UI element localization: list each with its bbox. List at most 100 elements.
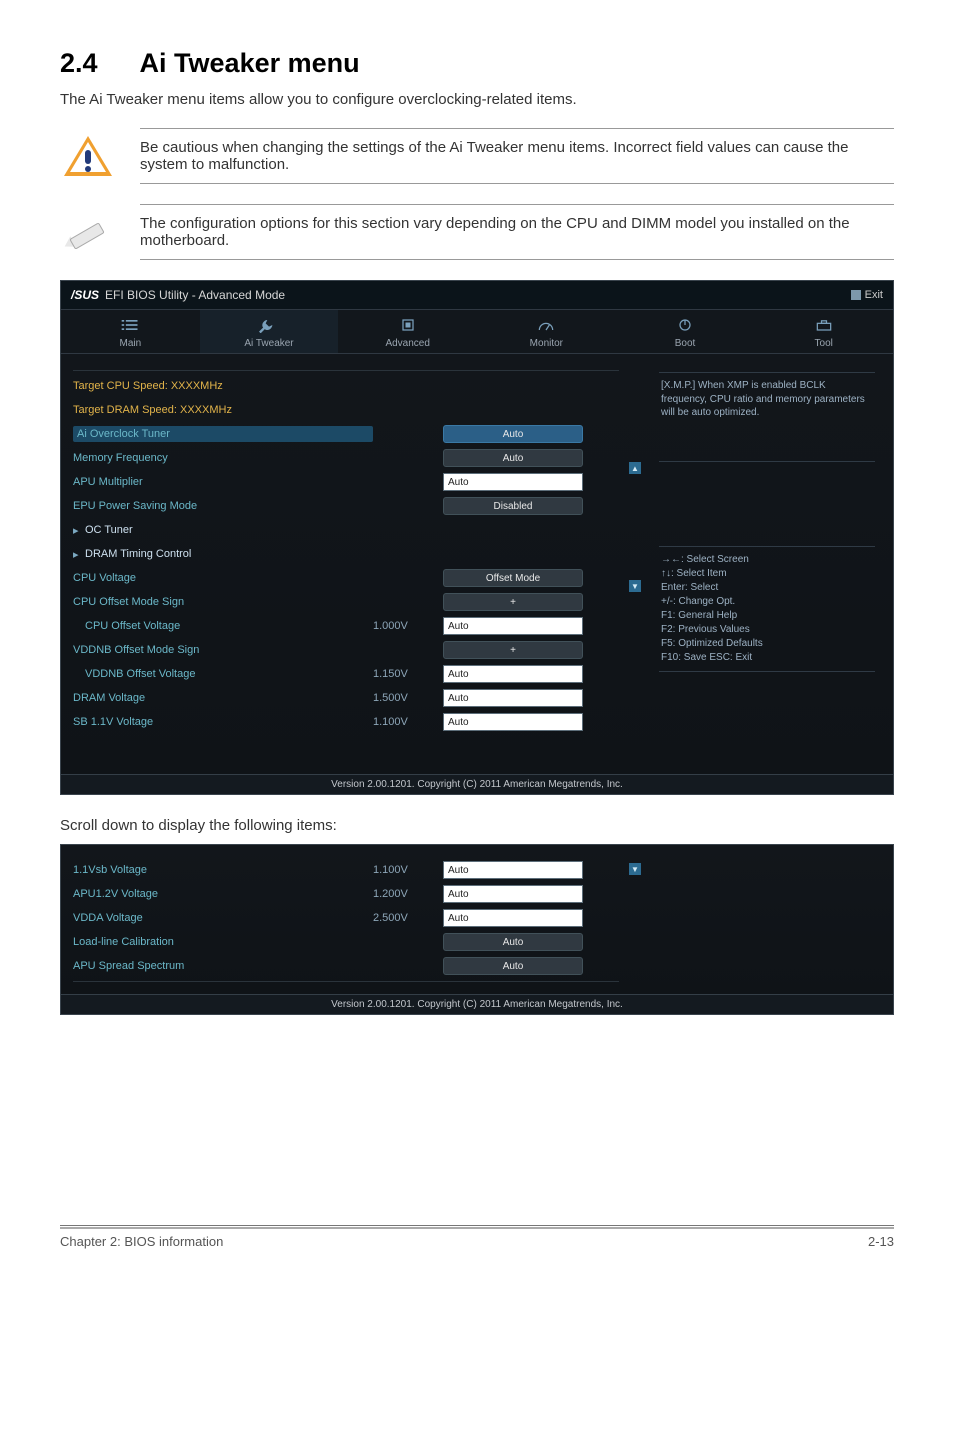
vdda-voltage-value[interactable]: Auto	[443, 909, 583, 927]
toolbox-icon	[814, 317, 834, 333]
dram-timing-label: DRAM Timing Control	[85, 548, 385, 560]
info-notice: The configuration options for this secti…	[60, 204, 894, 260]
row-load-line-calibration[interactable]: Load-line Calibration Auto	[73, 931, 619, 953]
tab-main[interactable]: Main	[61, 310, 200, 353]
memory-frequency-value[interactable]: Auto	[443, 449, 583, 467]
exit-label: Exit	[865, 289, 883, 301]
row-ai-overclock-tuner[interactable]: Ai Overclock Tuner Auto	[73, 423, 619, 445]
tab-monitor-label: Monitor	[477, 338, 616, 349]
cpu-offset-voltage-label: CPU Offset Voltage	[73, 620, 373, 632]
vddnb-voltage-value[interactable]: Auto	[443, 665, 583, 683]
info-text: The configuration options for this secti…	[140, 204, 894, 260]
row-apu12-voltage[interactable]: APU1.2V Voltage 1.200V Auto	[73, 883, 619, 905]
spread-label: APU Spread Spectrum	[73, 960, 373, 972]
ai-overclock-tuner-label: Ai Overclock Tuner	[73, 426, 373, 442]
bios-copyright: Version 2.00.1201. Copyright (C) 2011 Am…	[61, 994, 893, 1014]
help-description: [X.M.P.] When XMP is enabled BCLK freque…	[659, 372, 875, 462]
vddnb-voltage-label: VDDNB Offset Voltage	[73, 668, 373, 680]
bios-screenshot-continued: 1.1Vsb Voltage 1.100V Auto APU1.2V Volta…	[60, 844, 894, 1015]
row-dram-voltage[interactable]: DRAM Voltage 1.500V Auto	[73, 687, 619, 709]
vddnb-sign-value[interactable]: +	[443, 641, 583, 659]
scroll-down-arrow-icon[interactable]: ▼	[629, 580, 641, 592]
apu-multiplier-label: APU Multiplier	[73, 476, 373, 488]
pencil-note-icon	[60, 208, 116, 256]
memory-frequency-label: Memory Frequency	[73, 452, 373, 464]
sb-voltage-read: 1.100V	[373, 716, 443, 728]
ai-overclock-value[interactable]: Auto	[443, 425, 583, 443]
power-icon	[675, 317, 695, 333]
help-keys-block: →←: Select Screen ↑↓: Select Item Enter:…	[659, 546, 875, 672]
help-key-line: F10: Save ESC: Exit	[661, 651, 873, 665]
tab-main-label: Main	[61, 338, 200, 349]
vddnb-sign-label: VDDNB Offset Mode Sign	[73, 644, 373, 656]
row-cpu-voltage[interactable]: CPU Voltage Offset Mode	[73, 567, 619, 589]
section-number: 2.4	[60, 48, 98, 79]
help-key-line: F1: General Help	[661, 609, 873, 623]
row-cpu-offset-voltage[interactable]: CPU Offset Voltage 1.000V Auto	[73, 615, 619, 637]
bios-title: EFI BIOS Utility - Advanced Mode	[105, 288, 285, 302]
bios-screenshot-main: /SUS EFI BIOS Utility - Advanced Mode Ex…	[60, 280, 894, 795]
target-cpu-speed: Target CPU Speed: XXXXMHz	[73, 380, 373, 392]
scroll-down-arrow-icon[interactable]: ▼	[629, 863, 641, 875]
row-oc-tuner[interactable]: ▸ OC Tuner	[73, 519, 619, 541]
apu12-voltage-read: 1.200V	[373, 888, 443, 900]
cpu-voltage-value[interactable]: Offset Mode	[443, 569, 583, 587]
exit-button[interactable]: Exit	[851, 289, 883, 301]
dram-voltage-value[interactable]: Auto	[443, 689, 583, 707]
spread-value[interactable]: Auto	[443, 957, 583, 975]
cpu-offset-sign-value[interactable]: +	[443, 593, 583, 611]
row-cpu-offset-sign[interactable]: CPU Offset Mode Sign +	[73, 591, 619, 613]
chip-icon	[398, 317, 418, 333]
vsb-voltage-read: 1.100V	[373, 864, 443, 876]
epu-power-label: EPU Power Saving Mode	[73, 500, 373, 512]
sb-voltage-value[interactable]: Auto	[443, 713, 583, 731]
tab-advanced[interactable]: Advanced	[338, 310, 477, 353]
tab-ai-tweaker[interactable]: Ai Tweaker	[200, 310, 339, 353]
oc-tuner-label: OC Tuner	[85, 524, 385, 536]
tab-tool[interactable]: Tool	[754, 310, 893, 353]
tab-ai-label: Ai Tweaker	[200, 338, 339, 349]
row-memory-frequency[interactable]: Memory Frequency Auto	[73, 447, 619, 469]
help-key-line: +/-: Change Opt.	[661, 595, 873, 609]
row-vddnb-voltage[interactable]: VDDNB Offset Voltage 1.150V Auto	[73, 663, 619, 685]
apu-multiplier-value[interactable]: Auto	[443, 473, 583, 491]
row-apu-multiplier[interactable]: APU Multiplier Auto	[73, 471, 619, 493]
cpu-offset-voltage-value[interactable]: Auto	[443, 617, 583, 635]
row-sb-voltage[interactable]: SB 1.1V Voltage 1.100V Auto	[73, 711, 619, 733]
sb-voltage-label: SB 1.1V Voltage	[73, 716, 373, 728]
scroll-up-arrow-icon[interactable]: ▲	[629, 462, 641, 474]
vsb-voltage-label: 1.1Vsb Voltage	[73, 864, 373, 876]
help-key-line: F5: Optimized Defaults	[661, 637, 873, 651]
asus-logo-icon: /SUS	[71, 288, 99, 302]
cpu-voltage-label: CPU Voltage	[73, 572, 373, 584]
target-dram-speed: Target DRAM Speed: XXXXMHz	[73, 404, 373, 416]
exit-icon	[851, 290, 861, 300]
warning-text: Be cautious when changing the settings o…	[140, 128, 894, 184]
section-title: Ai Tweaker menu	[140, 48, 360, 79]
llc-value[interactable]: Auto	[443, 933, 583, 951]
submenu-caret-icon: ▸	[73, 524, 83, 537]
vsb-voltage-value[interactable]: Auto	[443, 861, 583, 879]
row-vddnb-sign[interactable]: VDDNB Offset Mode Sign +	[73, 639, 619, 661]
bios-copyright: Version 2.00.1201. Copyright (C) 2011 Am…	[61, 774, 893, 794]
cpu-offset-sign-label: CPU Offset Mode Sign	[73, 596, 373, 608]
gauge-icon	[536, 317, 556, 333]
row-epu-power-saving[interactable]: EPU Power Saving Mode Disabled	[73, 495, 619, 517]
help-key-line: →←: Select Screen	[661, 553, 873, 567]
intro-text: The Ai Tweaker menu items allow you to c…	[60, 91, 894, 108]
page-footer-right: 2-13	[868, 1234, 894, 1249]
apu12-voltage-value[interactable]: Auto	[443, 885, 583, 903]
tab-tool-label: Tool	[754, 338, 893, 349]
tab-advanced-label: Advanced	[338, 338, 477, 349]
list-icon	[120, 317, 140, 333]
row-vsb-voltage[interactable]: 1.1Vsb Voltage 1.100V Auto	[73, 859, 619, 881]
row-apu-spread-spectrum[interactable]: APU Spread Spectrum Auto	[73, 955, 619, 977]
wrench-icon	[259, 317, 279, 333]
llc-label: Load-line Calibration	[73, 936, 373, 948]
row-dram-timing[interactable]: ▸ DRAM Timing Control	[73, 543, 619, 565]
tab-boot[interactable]: Boot	[616, 310, 755, 353]
row-vdda-voltage[interactable]: VDDA Voltage 2.500V Auto	[73, 907, 619, 929]
vddnb-voltage-read: 1.150V	[373, 668, 443, 680]
tab-monitor[interactable]: Monitor	[477, 310, 616, 353]
epu-power-value[interactable]: Disabled	[443, 497, 583, 515]
